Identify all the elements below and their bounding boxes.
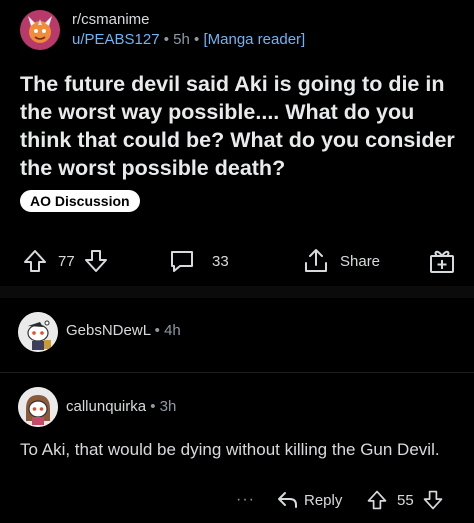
- separator: •: [163, 31, 169, 48]
- separator: •: [150, 398, 156, 415]
- comment-body: To Aki, that would be dying without kill…: [20, 440, 440, 459]
- upvote-icon[interactable]: [366, 489, 388, 511]
- reply-button[interactable]: Reply: [276, 486, 342, 514]
- post-title: The future devil said Aki is going to di…: [20, 72, 455, 180]
- section-divider: [0, 286, 474, 298]
- comment-header: callunquirka • 3h: [66, 398, 176, 415]
- user-flair: [Manga reader]: [203, 31, 306, 48]
- more-options-icon[interactable]: ···: [236, 491, 255, 509]
- comment-icon: [168, 248, 196, 274]
- share-label: Share: [340, 252, 381, 270]
- upvote-icon[interactable]: [22, 248, 48, 274]
- vote-group: 77: [22, 244, 109, 278]
- share-icon: [302, 247, 330, 275]
- comments-button[interactable]: 33: [168, 244, 229, 278]
- comment-username[interactable]: GebsNDewL: [66, 322, 150, 339]
- separator: •: [194, 31, 200, 48]
- comment-vote-group: 55: [366, 486, 444, 514]
- reply-icon: [276, 490, 298, 510]
- award-button[interactable]: [428, 244, 456, 278]
- subreddit-avatar[interactable]: [20, 10, 60, 50]
- post-meta: u/PEABS127 • 5h • [Manga reader]: [72, 31, 305, 48]
- award-icon: [428, 247, 456, 275]
- share-button[interactable]: Share: [302, 244, 380, 278]
- subreddit-name[interactable]: r/csmanime: [72, 11, 150, 28]
- comment-age: 3h: [159, 398, 177, 415]
- reply-label: Reply: [304, 491, 343, 509]
- comment-actions: ···: [236, 486, 255, 514]
- separator: •: [154, 322, 160, 339]
- comment-avatar[interactable]: [18, 387, 58, 427]
- post-card: r/csmanime u/PEABS127 • 5h • [Manga read…: [0, 0, 474, 286]
- comment-count: 33: [212, 252, 229, 270]
- comment-header: GebsNDewL • 4h: [66, 322, 181, 339]
- downvote-icon[interactable]: [422, 489, 444, 511]
- comment-divider: [0, 372, 474, 373]
- downvote-icon[interactable]: [83, 248, 109, 274]
- comment-vote-count: 55: [397, 491, 414, 509]
- comment-avatar[interactable]: [18, 312, 58, 352]
- comment-username[interactable]: callunquirka: [66, 398, 146, 415]
- post-vote-count: 77: [58, 252, 75, 270]
- post-flair-tag[interactable]: AO Discussion: [20, 190, 140, 212]
- comment-age: 4h: [164, 322, 181, 339]
- post-age: 5h: [173, 31, 190, 48]
- post-author[interactable]: u/PEABS127: [72, 31, 160, 48]
